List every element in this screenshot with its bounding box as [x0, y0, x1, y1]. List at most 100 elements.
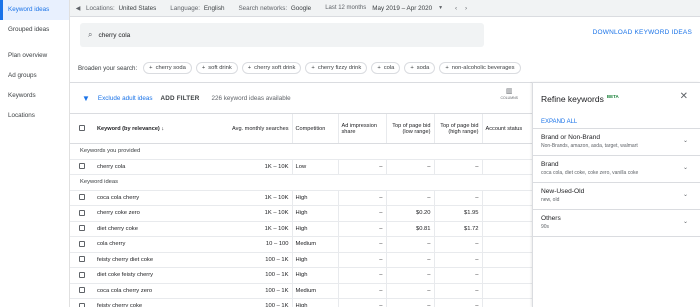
col-impression-header[interactable]: Ad impression share — [337, 113, 386, 144]
collapse-nav-icon[interactable]: ◀ — [70, 5, 86, 12]
chevron-down-icon[interactable]: ⌄ — [683, 164, 688, 171]
filter-icon[interactable]: ▼ — [82, 94, 90, 103]
nav-item-ad-groups[interactable]: Ad groups — [0, 66, 69, 86]
chevron-down-icon[interactable]: ⌄ — [683, 137, 688, 144]
caret-down-icon[interactable]: ▼ — [438, 5, 443, 11]
cell-competition: High — [291, 267, 338, 284]
chip-cherry-soft-drink[interactable]: + cherry soft drink — [241, 62, 302, 74]
refine-item-name: Brand or Non-Brand — [541, 134, 601, 141]
row-checkbox-cell[interactable] — [70, 298, 94, 307]
table-row[interactable]: cherry coke zero 1K – 10K High – $0.20 $1.95 — [70, 205, 532, 222]
broaden-label: Broaden your search: — [78, 64, 138, 72]
col-keyword-header[interactable]: Keyword (by relevance) ↓ — [94, 113, 208, 144]
table-row[interactable]: coca cola cherry zero 100 – 1K Medium – – – — [70, 283, 532, 299]
cell-competition: Medium — [291, 236, 338, 253]
keyword-search-input[interactable]: ⌕ cherry cola — [80, 23, 484, 47]
table-row[interactable]: diet cherry coke 1K – 10K High – $0.81 $1.72 — [70, 221, 532, 237]
col-status-header[interactable]: Account status — [481, 113, 532, 144]
checkbox[interactable] — [79, 209, 85, 216]
row-checkbox-cell[interactable] — [70, 267, 94, 284]
networks-setting[interactable]: Search networks: Google — [238, 5, 325, 12]
row-checkbox-cell[interactable] — [70, 236, 94, 253]
cell-bid-low: – — [385, 190, 434, 206]
refine-item-others[interactable]: Others 90s ⌄ — [533, 210, 700, 237]
exclude-adult-ideas-link[interactable]: Exclude adult ideas — [98, 95, 153, 102]
results-toolbar: ▼ Exclude adult ideas ADD FILTER 226 key… — [70, 83, 532, 113]
col-keyword-label: Keyword (by relevance) — [97, 125, 160, 132]
nav-item-keyword-ideas[interactable]: Keyword ideas — [0, 0, 69, 20]
chip-non-alcoholic-beverages[interactable]: + non-alcoholic beverages — [439, 62, 521, 74]
chip-soda[interactable]: + soda — [404, 62, 436, 74]
table-row[interactable]: cherry cola 1K – 10K Low – – – — [70, 159, 532, 175]
broaden-search-bar: Broaden your search: + cherry soda + soft … — [70, 57, 700, 79]
table-row[interactable]: coca cola cherry 1K – 10K High – – – — [70, 190, 532, 206]
checkbox[interactable] — [79, 194, 85, 201]
expand-all-link[interactable]: EXPAND ALL — [533, 115, 700, 129]
row-checkbox-cell[interactable] — [70, 205, 94, 222]
refine-item-new-used-old[interactable]: New-Used-Old new, old ⌄ — [533, 183, 700, 210]
table-row[interactable]: diet coke feisty cherry 100 – 1K High – – – — [70, 267, 532, 284]
col-competition-header[interactable]: Competition — [291, 113, 338, 144]
row-checkbox-cell[interactable] — [70, 283, 94, 299]
nav-item-plan-overview[interactable]: Plan overview — [0, 46, 69, 66]
cell-keyword: cola cherry — [94, 236, 208, 253]
chip-soft-drink[interactable]: + soft drink — [195, 62, 238, 74]
cell-bid-high: – — [433, 159, 482, 175]
row-checkbox-cell[interactable] — [70, 159, 94, 175]
arrow-down-icon: ↓ — [161, 125, 165, 132]
table-row[interactable]: feisty cherry diet coke 100 – 1K High – – – — [70, 252, 532, 268]
nav-item-grouped-ideas[interactable]: Grouped ideas — [0, 20, 69, 40]
refine-item-brand-or-non-brand[interactable]: Brand or Non-Brand Non-Brands, amazon, a… — [533, 129, 700, 156]
row-checkbox-cell[interactable] — [70, 252, 94, 268]
chevron-right-icon[interactable]: › — [461, 5, 471, 12]
table-row[interactable]: feisty cherry coke 100 – 1K High – – – — [70, 298, 532, 307]
cell-keyword: diet coke feisty cherry — [94, 267, 208, 284]
download-keyword-ideas-button[interactable]: DOWNLOAD KEYWORD IDEAS — [593, 29, 692, 36]
locations-setting[interactable]: Locations: United States — [86, 5, 170, 12]
add-filter-button[interactable]: ADD FILTER — [161, 95, 200, 102]
cell-bid-low: – — [385, 252, 434, 268]
language-setting[interactable]: Language: English — [170, 5, 238, 12]
col-bid-high-header[interactable]: Top of page bid (high range) — [433, 113, 482, 144]
checkbox[interactable] — [79, 240, 85, 247]
cell-searches: 100 – 1K — [208, 267, 292, 284]
checkbox[interactable] — [79, 302, 85, 307]
table-row[interactable]: cola cherry 10 – 100 Medium – – – — [70, 236, 532, 253]
row-checkbox-cell[interactable] — [70, 190, 94, 206]
cell-searches: 10 – 100 — [208, 236, 292, 253]
checkbox[interactable] — [79, 163, 85, 170]
nav-item-locations[interactable]: Locations — [0, 106, 69, 126]
chevron-down-icon[interactable]: ⌄ — [683, 191, 688, 198]
checkbox[interactable] — [79, 125, 85, 132]
cell-impression: – — [337, 236, 386, 253]
chip-cherry-soda[interactable]: + cherry soda — [143, 62, 192, 74]
nav-item-keywords[interactable]: Keywords — [0, 86, 69, 106]
checkbox[interactable] — [79, 287, 85, 294]
checkbox[interactable] — [79, 271, 85, 278]
columns-button[interactable]: ▥ COLUMNS — [500, 88, 518, 100]
refine-item-name: Others — [541, 215, 561, 222]
cell-status — [481, 298, 532, 307]
chip-cherry-fizzy-drink[interactable]: + cherry fizzy drink — [305, 62, 368, 74]
top-settings-bar: ◀ Locations: United States Language: Eng… — [70, 0, 700, 17]
col-bid-low-header[interactable]: Top of page bid (low range) — [385, 113, 434, 144]
close-icon[interactable]: ✕ — [680, 91, 688, 102]
refine-item-desc: 90s — [541, 224, 550, 230]
cell-bid-high: – — [433, 252, 482, 268]
columns-label: COLUMNS — [500, 96, 518, 100]
networks-label: Search networks: — [238, 4, 288, 12]
cell-status — [481, 236, 532, 253]
row-checkbox-cell[interactable] — [70, 221, 94, 237]
checkbox[interactable] — [79, 256, 85, 263]
select-all-checkbox-cell[interactable] — [70, 113, 94, 144]
chevron-left-icon[interactable]: ‹ — [451, 5, 461, 12]
cell-impression: – — [337, 267, 386, 284]
checkbox[interactable] — [79, 225, 85, 232]
refine-item-brand[interactable]: Brand coca cola, diet coke, coke zero, v… — [533, 156, 700, 183]
chevron-down-icon[interactable]: ⌄ — [683, 218, 688, 225]
col-searches-header[interactable]: Avg. monthly searches — [208, 113, 292, 144]
date-range-picker[interactable]: May 2019 – Apr 2020 — [372, 5, 432, 12]
chip-cola[interactable]: + cola — [371, 62, 401, 74]
refine-title: Refine keywords — [541, 94, 604, 104]
cell-status — [481, 190, 532, 206]
